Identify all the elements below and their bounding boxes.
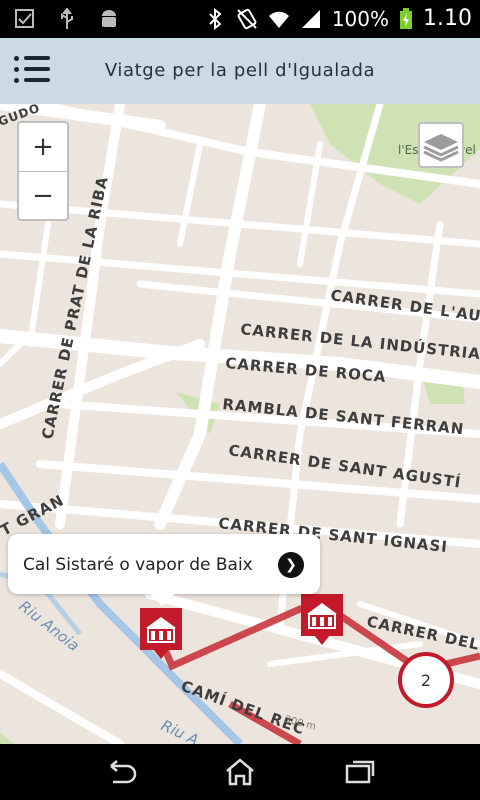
home-icon[interactable]: [223, 758, 257, 786]
river-label: Riu A: [158, 716, 201, 744]
marker-cluster[interactable]: 2: [398, 652, 454, 708]
silent-mode-icon: [237, 8, 257, 29]
zoom-control: + −: [17, 121, 69, 221]
zoom-in-button[interactable]: +: [19, 123, 67, 171]
battery-percent: 100%: [331, 6, 390, 31]
popup-title: Cal Sistaré o vapor de Baix: [23, 555, 253, 575]
map-canvas: CARRER DE L'AURO CARRER DE LA INDÚSTRIA …: [0, 104, 480, 744]
zoom-out-button[interactable]: −: [19, 172, 67, 220]
wifi-icon: [268, 11, 289, 28]
checkbox-notification-icon: [15, 9, 34, 28]
back-icon[interactable]: [103, 758, 137, 786]
usb-icon: [61, 8, 73, 29]
park-area: [0, 732, 14, 744]
clock: 1.10: [423, 6, 472, 31]
signal-icon: [301, 9, 320, 28]
street-label: RAMBLA DE SANT FERRAN: [222, 395, 466, 438]
layers-button[interactable]: [418, 122, 464, 168]
app-bar: Viatge per la pell d'Igualada: [0, 38, 480, 104]
battery-charging-icon: [400, 7, 413, 29]
marker-popup[interactable]: Cal Sistaré o vapor de Baix ❯: [8, 534, 320, 606]
layers-icon: [423, 134, 459, 162]
bluetooth-icon: [209, 7, 222, 30]
chevron-right-icon[interactable]: ❯: [278, 552, 304, 578]
status-bar: 100% 1.10: [0, 0, 480, 38]
android-icon: [102, 10, 116, 27]
navigation-bar: [0, 744, 480, 800]
popup-tip: [150, 594, 174, 606]
monument-marker[interactable]: [140, 608, 182, 659]
building-icon: [146, 617, 176, 643]
building-icon: [307, 603, 337, 629]
recents-icon[interactable]: [343, 758, 377, 786]
map[interactable]: CARRER DE L'AURO CARRER DE LA INDÚSTRIA …: [0, 104, 480, 744]
monument-marker[interactable]: [301, 594, 343, 645]
place-label: l'Es: [398, 143, 418, 157]
page-title: Viatge per la pell d'Igualada: [104, 60, 376, 81]
